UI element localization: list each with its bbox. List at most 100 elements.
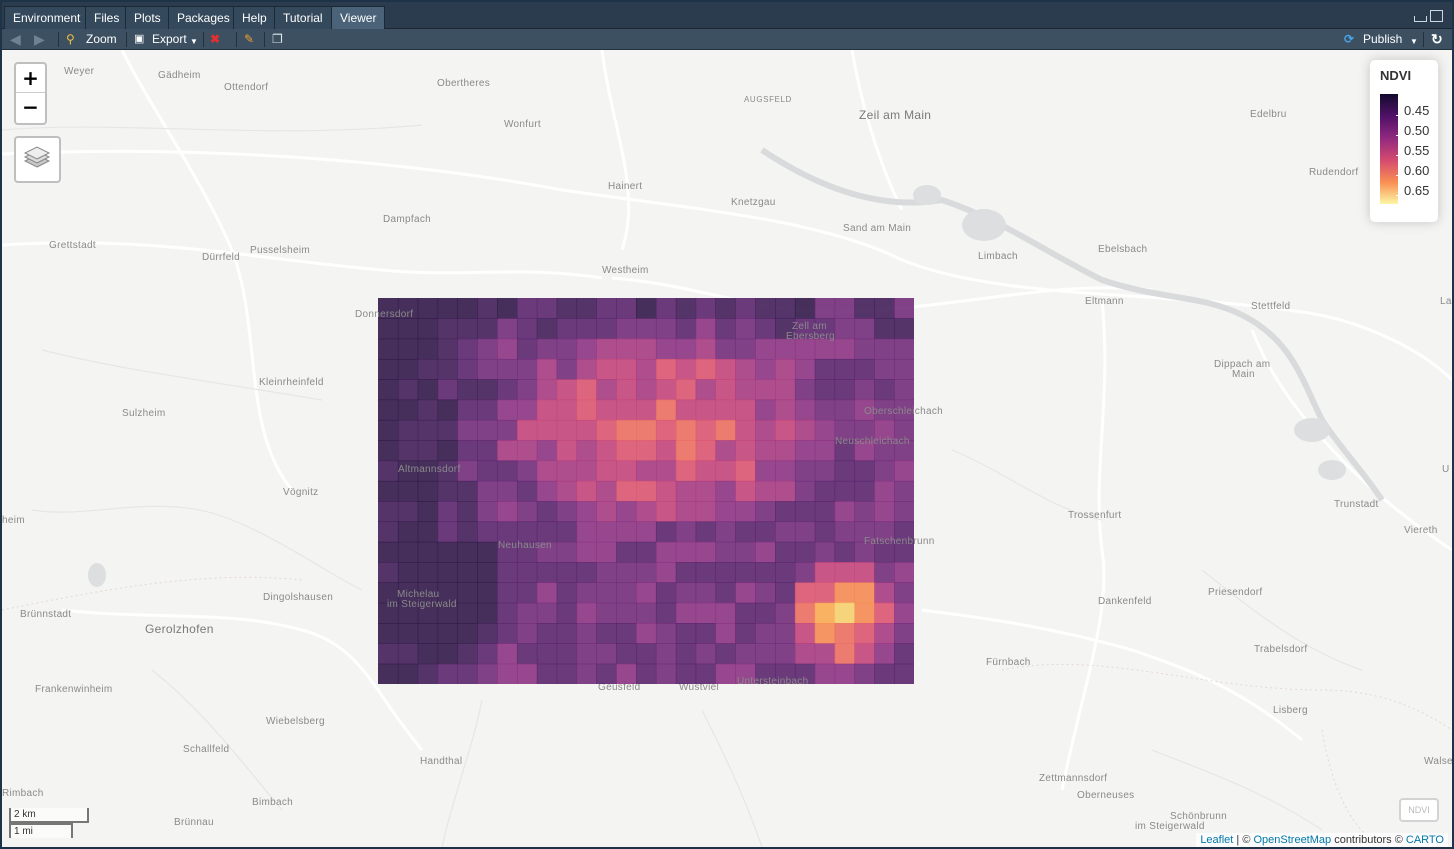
raster-cell bbox=[735, 440, 756, 462]
raster-cell bbox=[735, 480, 756, 502]
raster-cell bbox=[397, 521, 419, 543]
raster-cell bbox=[675, 298, 697, 319]
clear-broom-icon[interactable]: ✎ bbox=[244, 31, 254, 48]
raster-cell bbox=[397, 318, 419, 340]
zoom-button[interactable]: Zoom bbox=[86, 31, 117, 48]
export-button[interactable]: Export bbox=[152, 31, 187, 48]
raster-cell bbox=[417, 379, 439, 401]
raster-cell bbox=[695, 358, 717, 380]
maximize-icon[interactable] bbox=[1430, 10, 1443, 22]
popout-window-icon[interactable]: ❐ bbox=[272, 31, 283, 48]
raster-cell bbox=[775, 480, 796, 502]
raster-cell bbox=[636, 379, 657, 401]
raster-cell bbox=[775, 623, 796, 644]
scale-imperial: 1 mi bbox=[9, 823, 73, 838]
export-dropdown-caret-icon[interactable]: ▼ bbox=[190, 33, 198, 50]
raster-cell bbox=[675, 460, 697, 482]
publish-dropdown-caret-icon[interactable]: ▼ bbox=[1410, 33, 1418, 50]
raster-cell bbox=[794, 399, 816, 421]
map-label: Limbach bbox=[978, 251, 1018, 262]
raster-cell bbox=[576, 419, 597, 441]
raster-cell bbox=[378, 419, 399, 441]
raster-cell bbox=[556, 338, 578, 360]
raster-cell bbox=[596, 541, 617, 563]
raster-cell bbox=[437, 643, 459, 665]
raster-cell bbox=[497, 419, 518, 441]
raster-cell bbox=[397, 338, 419, 360]
raster-cell bbox=[695, 582, 717, 604]
export-image-icon: ▣ bbox=[134, 33, 145, 45]
raster-cell bbox=[794, 358, 816, 380]
raster-cell bbox=[775, 562, 796, 584]
raster-cell bbox=[695, 562, 717, 584]
raster-cell bbox=[556, 379, 578, 401]
map-label: Grettstadt bbox=[49, 240, 96, 251]
raster-cell bbox=[854, 501, 875, 523]
zoom-out-button[interactable]: − bbox=[16, 93, 45, 122]
leaflet-link[interactable]: Leaflet bbox=[1200, 834, 1233, 846]
back-arrow-icon[interactable]: ◀ bbox=[10, 31, 21, 48]
map-label: Trabelsdorf bbox=[1254, 644, 1308, 655]
minimize-icon[interactable] bbox=[1414, 16, 1427, 22]
raster-cell bbox=[556, 602, 578, 624]
zoom-in-button[interactable]: + bbox=[16, 64, 45, 93]
ndvi-layer-toggle-button[interactable]: NDVI bbox=[1399, 798, 1439, 822]
raster-cell bbox=[695, 602, 717, 624]
map-label: Trunstadt bbox=[1334, 499, 1379, 510]
raster-cell bbox=[556, 399, 578, 421]
raster-cell bbox=[596, 623, 617, 644]
raster-cell bbox=[457, 643, 478, 665]
map-attribution: Leaflet | © OpenStreetMap contributors ©… bbox=[1196, 833, 1448, 847]
osm-link[interactable]: OpenStreetMap bbox=[1253, 834, 1331, 846]
map-label: Obertheres bbox=[437, 78, 491, 89]
carto-link[interactable]: CARTO bbox=[1406, 834, 1444, 846]
raster-cell bbox=[715, 298, 736, 319]
raster-cell bbox=[477, 643, 498, 665]
remove-viewer-icon[interactable]: ✖ bbox=[210, 31, 220, 48]
raster-cell bbox=[775, 460, 796, 482]
map-label: heim bbox=[2, 515, 25, 526]
leaflet-map[interactable]: Weyer Gädheim Ottendorf Obertheres AUGSF… bbox=[2, 50, 1452, 847]
tab-plots[interactable]: Plots bbox=[125, 6, 170, 29]
map-label: Westheim bbox=[602, 265, 649, 276]
layers-control-button[interactable] bbox=[14, 136, 61, 183]
raster-cell bbox=[715, 399, 736, 421]
raster-cell bbox=[834, 379, 856, 401]
tab-packages[interactable]: Packages bbox=[168, 6, 239, 29]
refresh-icon[interactable]: ↻ bbox=[1431, 31, 1443, 48]
forward-arrow-icon[interactable]: ▶ bbox=[34, 31, 45, 48]
raster-cell bbox=[378, 643, 399, 665]
tab-tutorial[interactable]: Tutorial bbox=[274, 6, 332, 29]
raster-cell bbox=[675, 318, 697, 340]
publish-button[interactable]: Publish bbox=[1363, 31, 1402, 48]
tab-viewer[interactable]: Viewer bbox=[331, 6, 386, 29]
raster-cell bbox=[636, 562, 657, 584]
map-label: Untersteinbach bbox=[737, 676, 809, 687]
map-label: Trossenfurt bbox=[1068, 510, 1122, 521]
raster-cell bbox=[378, 480, 399, 502]
raster-cell bbox=[477, 501, 498, 523]
map-label: Weyer bbox=[64, 66, 95, 77]
scale-bar: 2 km 1 mi bbox=[9, 808, 89, 838]
raster-cell bbox=[556, 298, 578, 319]
raster-cell bbox=[894, 318, 914, 340]
raster-cell bbox=[735, 541, 756, 563]
raster-cell bbox=[417, 338, 439, 360]
raster-cell bbox=[596, 521, 617, 543]
raster-cell bbox=[636, 623, 657, 644]
raster-cell bbox=[695, 623, 717, 644]
tab-help[interactable]: Help bbox=[233, 6, 276, 29]
tab-environment[interactable]: Environment bbox=[4, 6, 90, 29]
raster-cell bbox=[755, 440, 776, 462]
ndvi-raster-layer[interactable] bbox=[378, 298, 914, 684]
raster-cell bbox=[755, 338, 776, 360]
map-label: Fürnbach bbox=[986, 657, 1031, 668]
raster-cell bbox=[655, 298, 677, 319]
raster-cell bbox=[536, 460, 558, 482]
tab-files[interactable]: Files bbox=[85, 6, 129, 29]
raster-cell bbox=[378, 318, 399, 340]
raster-cell bbox=[417, 318, 439, 340]
raster-cell bbox=[735, 460, 756, 482]
raster-cell bbox=[437, 440, 459, 462]
map-label: Brünnstadt bbox=[20, 609, 72, 620]
